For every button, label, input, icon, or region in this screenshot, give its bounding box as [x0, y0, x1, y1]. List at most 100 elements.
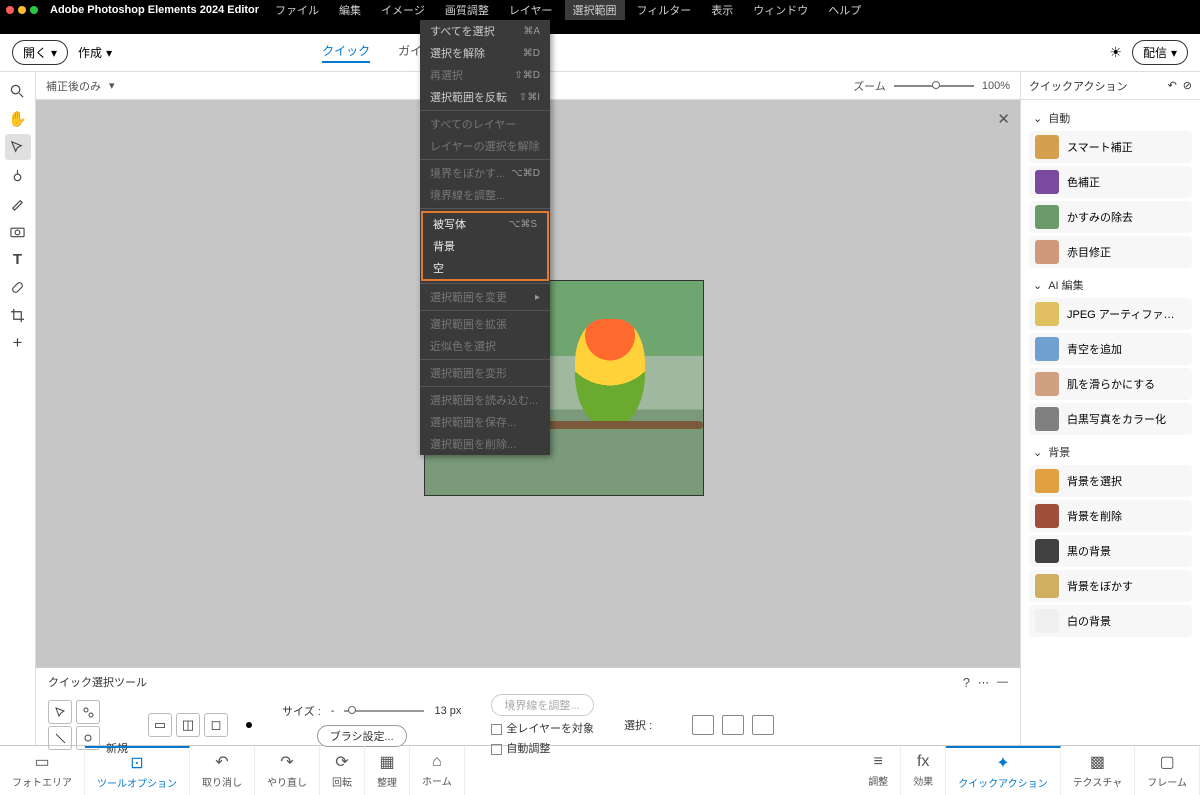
healing-tool[interactable] — [5, 274, 31, 300]
hand-tool[interactable]: ✋ — [5, 106, 31, 132]
menu-item[interactable]: 境界線を調整... — [420, 184, 550, 206]
quick-action-item[interactable]: 白の背景 — [1029, 605, 1192, 637]
quick-action-item[interactable]: 色補正 — [1029, 166, 1192, 198]
auto-adjust-checkbox[interactable] — [491, 744, 502, 755]
quick-action-item[interactable]: スマート補正 — [1029, 131, 1192, 163]
menu-item[interactable]: 選択範囲を変更▸ — [420, 286, 550, 308]
camera-tool[interactable] — [5, 218, 31, 244]
brush-settings-button[interactable]: ブラシ設定... — [317, 725, 407, 747]
menu-item[interactable]: 選択範囲を拡張 — [420, 313, 550, 335]
bb-item[interactable]: ↷やり直し — [255, 746, 320, 795]
menu-item[interactable]: レイヤーの選択を解除 — [420, 135, 550, 157]
menu-item[interactable]: 再選択⇧⌘D — [420, 64, 550, 86]
select-sky-icon[interactable] — [752, 715, 774, 735]
crop-tool[interactable] — [5, 302, 31, 328]
zoom-tool[interactable] — [5, 78, 31, 104]
window-controls[interactable] — [6, 6, 38, 14]
menu-item[interactable]: 選択範囲を削除... — [420, 433, 550, 455]
menu-item-highlighted[interactable]: 被写体⌥⌘S — [423, 213, 547, 235]
quick-action-item[interactable]: 背景を選択 — [1029, 465, 1192, 497]
select-bg-icon[interactable] — [722, 715, 744, 735]
brush-tool[interactable] — [5, 190, 31, 216]
menu-item[interactable]: 近似色を選択 — [420, 335, 550, 357]
view-mode-select[interactable]: 補正後のみ — [46, 78, 101, 94]
more-icon[interactable]: ⋯ — [978, 676, 989, 689]
menu-item[interactable]: 選択範囲を変形 — [420, 362, 550, 384]
mode-box-2[interactable]: ◫ — [176, 713, 200, 737]
chevron-down-icon: ▾ — [1171, 46, 1177, 60]
menu-select[interactable]: 選択範囲 — [565, 0, 625, 20]
rp-section-header[interactable]: ⌄AI 編集 — [1025, 271, 1196, 295]
bb-item[interactable]: ⌂ホーム — [410, 746, 465, 795]
mode-box-3[interactable]: ◻ — [204, 713, 228, 737]
menu-item-highlighted[interactable]: 空 — [423, 257, 547, 279]
all-layers-checkbox[interactable] — [491, 724, 502, 735]
boundary-button[interactable]: 境界線を調整... — [491, 694, 594, 716]
open-button[interactable]: 開く ▾ — [12, 40, 68, 65]
zoom-slider[interactable] — [894, 85, 974, 87]
selection-add[interactable] — [76, 700, 100, 724]
menu-item[interactable]: 選択範囲を反転⇧⌘I — [420, 86, 550, 108]
bb-item[interactable]: ⟳回転 — [320, 746, 365, 795]
add-tool[interactable]: + — [5, 330, 31, 356]
menu-item[interactable]: すべてを選択⌘A — [420, 20, 550, 42]
menu-view[interactable]: 表示 — [703, 0, 741, 20]
quick-action-item[interactable]: JPEG アーティファ… — [1029, 298, 1192, 330]
bb-item[interactable]: ▭フォトエリア — [0, 746, 85, 795]
collapse-icon[interactable]: — — [997, 676, 1008, 688]
quick-action-item[interactable]: かすみの除去 — [1029, 201, 1192, 233]
left-toolbox: ✋ T + — [0, 72, 36, 745]
undo-icon[interactable]: ↶ — [1168, 79, 1177, 92]
tool-options-panel: クイック選択ツール ? ⋯ — — [36, 667, 1020, 745]
menu-help[interactable]: ヘルプ — [820, 0, 869, 20]
menu-file[interactable]: ファイル — [267, 0, 327, 20]
quick-action-item[interactable]: 背景をぼかす — [1029, 570, 1192, 602]
bb-item[interactable]: ▢フレーム — [1135, 746, 1200, 795]
create-button[interactable]: 作成 ▾ — [78, 44, 112, 61]
quick-action-item[interactable]: 黒の背景 — [1029, 535, 1192, 567]
bb-item[interactable]: ✦クイックアクション — [946, 746, 1061, 795]
bb-item[interactable]: ▩テクスチャ — [1061, 746, 1136, 795]
bb-item[interactable]: fx効果 — [901, 746, 946, 795]
bb-item[interactable]: ↶取り消し — [190, 746, 255, 795]
menu-item[interactable]: 境界をぼかす...⌥⌘D — [420, 162, 550, 184]
top-toolbar: 開く ▾ 作成 ▾ クイック ガイド 詳細 ☀ 配信 ▾ — [0, 34, 1200, 72]
menu-item[interactable]: 選択範囲を読み込む... — [420, 389, 550, 411]
quick-action-item[interactable]: 背景を削除 — [1029, 500, 1192, 532]
bb-item[interactable]: ⊡ツールオプション — [85, 746, 190, 795]
mode-box-1[interactable]: ▭ — [148, 713, 172, 737]
text-tool[interactable]: T — [5, 246, 31, 272]
chevron-down-icon: ▾ — [106, 46, 112, 60]
menu-edit[interactable]: 編集 — [331, 0, 369, 20]
macos-menubar: Adobe Photoshop Elements 2024 Editor ファイ… — [0, 0, 1200, 20]
menu-enhance[interactable]: 画質調整 — [437, 0, 497, 20]
help-icon[interactable]: ? — [963, 675, 970, 690]
menu-layer[interactable]: レイヤー — [501, 0, 561, 20]
menu-item[interactable]: 選択範囲を保存... — [420, 411, 550, 433]
bb-item[interactable]: ▦整理 — [365, 746, 410, 795]
eyedropper-tool[interactable] — [5, 162, 31, 188]
quick-action-item[interactable]: 青空を追加 — [1029, 333, 1192, 365]
brightness-icon[interactable]: ☀ — [1109, 44, 1122, 61]
close-icon[interactable]: ✕ — [997, 110, 1010, 128]
menu-filter[interactable]: フィルター — [629, 0, 700, 20]
quick-action-item[interactable]: 白黒写真をカラー化 — [1029, 403, 1192, 435]
selection-new[interactable] — [48, 700, 72, 724]
quick-select-tool[interactable] — [5, 134, 31, 160]
bb-item[interactable]: ≡調整 — [856, 746, 901, 795]
menu-window[interactable]: ウィンドウ — [745, 0, 816, 20]
tab-quick[interactable]: クイック — [322, 42, 370, 63]
size-slider[interactable] — [344, 710, 424, 712]
reset-icon[interactable]: ⊘ — [1183, 79, 1192, 92]
menu-item[interactable]: 選択を解除⌘D — [420, 42, 550, 64]
rp-section-header[interactable]: ⌄背景 — [1025, 438, 1196, 462]
menu-item-highlighted[interactable]: 背景 — [423, 235, 547, 257]
select-subject-icon[interactable] — [692, 715, 714, 735]
deliver-button[interactable]: 配信 ▾ — [1132, 40, 1188, 65]
quick-action-item[interactable]: 肌を滑らかにする — [1029, 368, 1192, 400]
menu-item[interactable]: すべてのレイヤー — [420, 113, 550, 135]
tool-options-title: クイック選択ツール — [48, 674, 147, 690]
quick-action-item[interactable]: 赤目修正 — [1029, 236, 1192, 268]
menu-image[interactable]: イメージ — [373, 0, 433, 20]
rp-section-header[interactable]: ⌄自動 — [1025, 104, 1196, 128]
